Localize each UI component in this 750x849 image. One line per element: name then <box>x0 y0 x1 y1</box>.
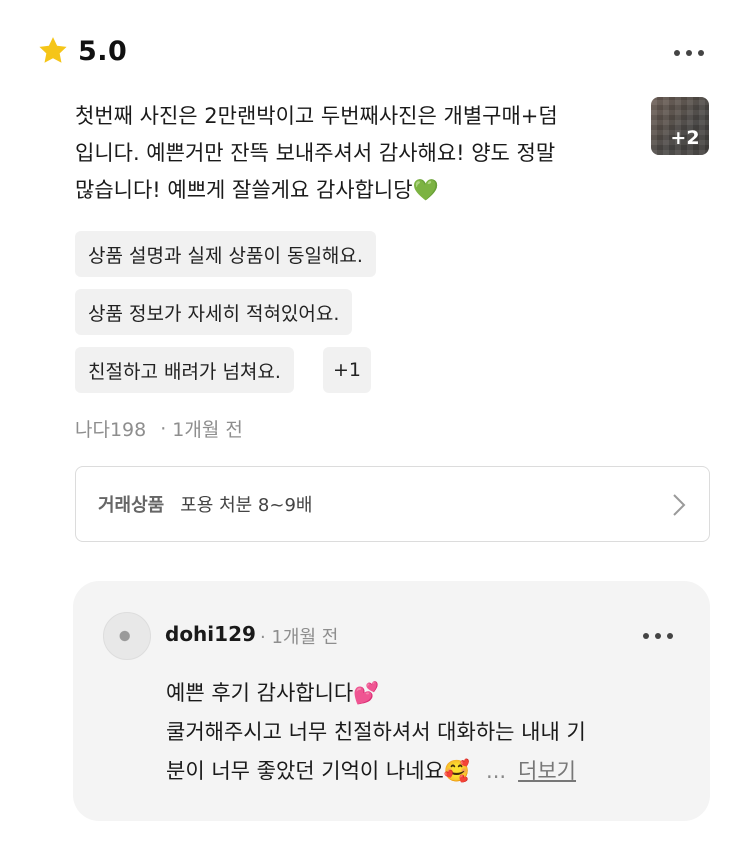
reply-line: 쿨거해주시고 너무 친절하셔서 대화하는 내내 기 <box>166 720 586 744</box>
review-photo-thumbnail[interactable]: +2 <box>651 97 709 155</box>
rating-row: 5.0 <box>36 34 127 68</box>
reply-ellipsis: ... <box>486 759 507 783</box>
reply-more-button[interactable] <box>643 633 673 639</box>
photo-more-count: +2 <box>670 127 700 149</box>
product-link[interactable]: 거래상품 포용 처분 8~9배 <box>75 466 710 542</box>
reply-author[interactable]: dohi129 <box>165 622 256 646</box>
dot-icon <box>667 633 673 639</box>
product-label: 거래상품 <box>98 495 165 516</box>
review-chip: 상품 정보가 자세히 적혀있어요. <box>75 289 353 335</box>
product-name: 포용 처분 8~9배 <box>180 495 313 516</box>
star-icon <box>39 37 67 63</box>
reply-time-text: 1개월 전 <box>271 627 339 648</box>
dot-icon <box>643 633 649 639</box>
review-more-button[interactable] <box>674 50 704 56</box>
dot-icon <box>655 633 661 639</box>
reply-line: 예쁜 후기 감사합니다💕 <box>166 681 380 705</box>
chips-more-button[interactable]: +1 <box>323 347 371 393</box>
rating-value: 5.0 <box>78 35 128 67</box>
reply-time: · 1개월 전 <box>260 627 339 648</box>
show-more-link[interactable]: 더보기 <box>518 759 576 783</box>
review-author: 나다198 <box>75 419 147 441</box>
avatar[interactable] <box>103 612 151 660</box>
reply-line: 분이 너무 좋았던 기억이 나네요🥰... 더보기 <box>166 752 686 791</box>
review-time: 1개월 전 <box>172 419 243 441</box>
meta-separator: · <box>160 417 167 440</box>
review-meta: 나다198 · 1개월 전 <box>75 415 243 442</box>
chevron-right-icon <box>673 494 686 516</box>
thumbnail-overlay: +2 <box>651 97 709 155</box>
dot-icon <box>674 50 680 56</box>
reply-text: 예쁜 후기 감사합니다💕 쿨거해주시고 너무 친절하셔서 대화하는 내내 기 분… <box>166 674 686 791</box>
seller-reply: dohi129 · 1개월 전 예쁜 후기 감사합니다💕 쿨거해주시고 너무 친… <box>73 581 710 821</box>
dot-icon <box>698 50 704 56</box>
review-chip: 상품 설명과 실제 상품이 동일해요. <box>75 231 376 277</box>
dot-icon <box>686 50 692 56</box>
review-text: 첫번째 사진은 2만랜박이고 두번째사진은 개별구매+덤 입니다. 예쁜거만 잔… <box>75 104 558 202</box>
review-chip: 친절하고 배려가 넘쳐요. <box>75 347 294 393</box>
reply-line-text: 분이 너무 좋았던 기억이 나네요🥰 <box>166 759 471 783</box>
